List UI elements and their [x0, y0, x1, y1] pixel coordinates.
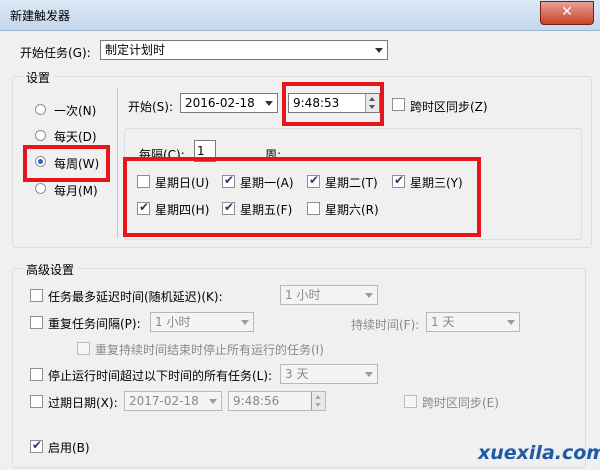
checkmark-icon: ✔ — [309, 173, 320, 187]
checkmark-icon: ✔ — [32, 438, 43, 452]
settings-legend: 设置 — [23, 69, 54, 86]
expire-time-value: 9:48:56 — [233, 394, 280, 408]
checkmark-icon: ✔ — [224, 200, 235, 214]
day-label-monday: 星期一(A) — [240, 176, 294, 190]
expire-time-spinner[interactable]: 9:48:56 — [228, 391, 326, 411]
repeat-checkbox[interactable] — [30, 316, 43, 329]
duration-select[interactable]: 1 天 — [426, 312, 520, 332]
begin-task-value: 制定计划时 — [105, 43, 166, 57]
expire-date-picker[interactable]: 2017-02-18 — [124, 391, 222, 411]
sync-timezone-label: 跨时区同步(Z) — [410, 100, 488, 114]
settings-divider — [117, 88, 118, 238]
radio-once[interactable] — [35, 104, 46, 115]
watermark: xuexila.com — [478, 442, 600, 464]
expire-sync-label: 跨时区同步(E) — [422, 396, 499, 410]
radio-daily[interactable] — [35, 130, 46, 141]
day-label-wednesday: 星期三(Y) — [410, 176, 463, 190]
day-checkbox-saturday[interactable] — [307, 202, 320, 215]
expire-date-value: 2017-02-18 — [129, 394, 199, 408]
delay-checkbox[interactable] — [30, 289, 43, 302]
sync-timezone-checkbox[interactable] — [392, 98, 405, 111]
title-bar — [0, 0, 600, 31]
radio-weekly-label: 每周(W) — [54, 157, 100, 171]
window-title: 新建触发器 — [10, 9, 71, 23]
chevron-down-icon — [365, 372, 373, 377]
checkmark-icon: ✔ — [394, 173, 405, 187]
days-highlight-box — [123, 157, 481, 237]
chevron-down-icon — [365, 293, 373, 298]
close-button[interactable]: ✕ — [540, 1, 594, 25]
radio-once-label: 一次(N) — [54, 104, 97, 118]
day-checkbox-friday[interactable]: ✔ — [222, 200, 235, 215]
checkmark-icon: ✔ — [139, 200, 150, 214]
begin-task-select[interactable]: 制定计划时 — [100, 40, 388, 60]
stop-task-select[interactable]: 3 天 — [280, 364, 378, 384]
spinner-arrows-icon[interactable] — [365, 94, 379, 112]
radio-monthly[interactable] — [35, 183, 46, 194]
advanced-legend: 高级设置 — [23, 261, 78, 278]
day-label-tuesday: 星期二(T) — [325, 176, 378, 190]
repeat-select[interactable]: 1 小时 — [150, 312, 254, 332]
radio-daily-label: 每天(D) — [54, 130, 97, 144]
day-checkbox-monday[interactable]: ✔ — [222, 173, 235, 188]
stop-at-end-checkbox[interactable] — [77, 342, 90, 355]
repeat-value: 1 小时 — [155, 315, 191, 329]
duration-label: 持续时间(F): — [351, 318, 420, 332]
chevron-down-icon — [241, 320, 249, 325]
checkmark-icon: ✔ — [224, 173, 235, 187]
stop-at-end-label: 重复持续时间结束时停止所有运行的任务(I) — [95, 343, 324, 357]
start-label: 开始(S): — [128, 100, 174, 114]
duration-value: 1 天 — [431, 315, 455, 329]
day-checkbox-wednesday[interactable]: ✔ — [392, 173, 405, 188]
chevron-down-icon — [265, 101, 273, 106]
enabled-checkbox[interactable]: ✔ — [30, 438, 43, 453]
start-date-picker[interactable]: 2016-02-18 — [180, 93, 278, 113]
repeat-label: 重复任务间隔(P): — [48, 317, 141, 331]
chevron-down-icon — [375, 48, 383, 53]
every-value: 1 — [197, 144, 205, 158]
chevron-down-icon — [507, 320, 515, 325]
begin-task-label: 开始任务(G): — [20, 46, 91, 60]
delay-label: 任务最多延迟时间(随机延迟)(K): — [48, 290, 223, 304]
day-label-saturday: 星期六(R) — [325, 203, 379, 217]
stop-task-value: 3 天 — [285, 367, 309, 381]
stop-task-checkbox[interactable] — [30, 368, 43, 381]
day-label-friday: 星期五(F) — [240, 203, 293, 217]
radio-weekly[interactable] — [35, 156, 46, 167]
stop-task-label: 停止运行时间超过以下时间的所有任务(L): — [48, 369, 273, 383]
start-date-value: 2016-02-18 — [185, 96, 255, 110]
day-label-thursday: 星期四(H) — [155, 203, 210, 217]
expire-label: 过期日期(X): — [48, 396, 118, 410]
start-time-value: 9:48:53 — [293, 96, 340, 110]
delay-value: 1 小时 — [285, 288, 321, 302]
enabled-label: 启用(B) — [48, 441, 90, 455]
spinner-arrows-icon[interactable] — [311, 392, 325, 410]
day-checkbox-sunday[interactable] — [137, 175, 150, 188]
expire-checkbox[interactable] — [30, 395, 43, 408]
radio-monthly-label: 每月(M) — [54, 184, 98, 198]
expire-sync-checkbox[interactable] — [404, 395, 417, 408]
day-label-sunday: 星期日(U) — [155, 176, 210, 190]
day-checkbox-tuesday[interactable]: ✔ — [307, 173, 320, 188]
day-checkbox-thursday[interactable]: ✔ — [137, 200, 150, 215]
start-time-spinner[interactable]: 9:48:53 — [288, 93, 380, 113]
close-icon: ✕ — [561, 4, 573, 20]
delay-select[interactable]: 1 小时 — [280, 285, 378, 305]
chevron-down-icon — [209, 399, 217, 404]
